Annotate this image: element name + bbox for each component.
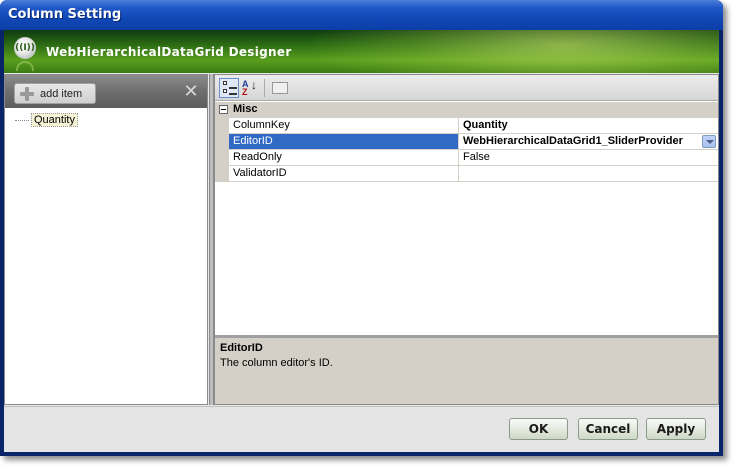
tree-item-quantity[interactable]: Quantity (13, 113, 78, 129)
column-setting-window: Column Setting ((I)) WebHierarchicalData… (0, 0, 723, 456)
cancel-button[interactable]: Cancel (578, 418, 638, 440)
property-row-editorid[interactable]: EditorID WebHierarchicalDataGrid1_Slider… (215, 134, 718, 150)
property-pages-icon[interactable] (270, 78, 290, 98)
property-value[interactable] (460, 166, 718, 181)
property-row-readonly[interactable]: ReadOnly False (215, 150, 718, 166)
chevron-down-icon[interactable] (702, 135, 716, 148)
property-name: ColumnKey (229, 118, 459, 133)
tree-item-label: Quantity (31, 113, 78, 127)
column-tree: Quantity (13, 113, 78, 129)
banner-arc-decoration (16, 61, 34, 71)
infragistics-logo-icon: ((I)) (14, 37, 36, 59)
property-value-dropdown[interactable]: WebHierarchicalDataGrid1_SliderProvider (460, 134, 718, 149)
property-grid-toolbar: A Z ↓ (215, 75, 718, 101)
property-help-pane: EditorID The column editor's ID. (215, 335, 718, 404)
toolbar-separator (264, 79, 265, 97)
property-row-validatorid[interactable]: ValidatorID (215, 166, 718, 182)
help-description: The column editor's ID. (220, 357, 333, 369)
category-label: Misc (233, 103, 258, 115)
property-name: ValidatorID (229, 166, 459, 181)
window-titlebar[interactable]: Column Setting (0, 0, 723, 30)
property-name: EditorID (229, 134, 459, 149)
collapse-icon[interactable] (219, 105, 228, 114)
ok-button[interactable]: OK (509, 418, 568, 440)
column-list-toolbar: add item ✕ (5, 75, 207, 108)
property-value[interactable]: False (460, 150, 718, 165)
column-list-panel: add item ✕ Quantity (4, 74, 208, 405)
remove-item-icon[interactable]: ✕ (183, 83, 199, 101)
property-value: WebHierarchicalDataGrid1_SliderProvider (463, 135, 683, 147)
dialog-client-area: ((I)) WebHierarchicalDataGrid Designer a… (4, 30, 719, 452)
category-row-misc[interactable]: Misc (215, 102, 718, 118)
plus-icon (19, 86, 35, 102)
apply-button[interactable]: Apply (646, 418, 706, 440)
tree-connector-line (15, 120, 29, 121)
add-item-label: add item (40, 88, 83, 100)
designer-banner: ((I)) WebHierarchicalDataGrid Designer (4, 30, 719, 73)
property-grid-panel: A Z ↓ Misc ColumnKey Quantity EditorID W… (214, 74, 719, 405)
categorized-box-glyph (223, 81, 227, 85)
property-grid: Misc ColumnKey Quantity EditorID WebHier… (215, 102, 718, 182)
categorized-box-glyph (223, 89, 227, 93)
categorized-icon[interactable] (219, 78, 239, 98)
alphabetical-icon[interactable]: A Z ↓ (240, 78, 260, 98)
categorized-line-glyph (229, 87, 237, 89)
property-name: ReadOnly (229, 150, 459, 165)
property-row-columnkey[interactable]: ColumnKey Quantity (215, 118, 718, 134)
window-title: Column Setting (8, 7, 122, 22)
banner-swoosh-decoration (304, 30, 719, 73)
help-title: EditorID (220, 342, 263, 354)
property-value[interactable]: Quantity (460, 118, 718, 133)
categorized-line-glyph (229, 93, 237, 95)
add-item-button[interactable]: add item (14, 83, 96, 104)
dialog-footer: OK Cancel Apply (4, 406, 719, 452)
banner-title: WebHierarchicalDataGrid Designer (46, 45, 292, 59)
